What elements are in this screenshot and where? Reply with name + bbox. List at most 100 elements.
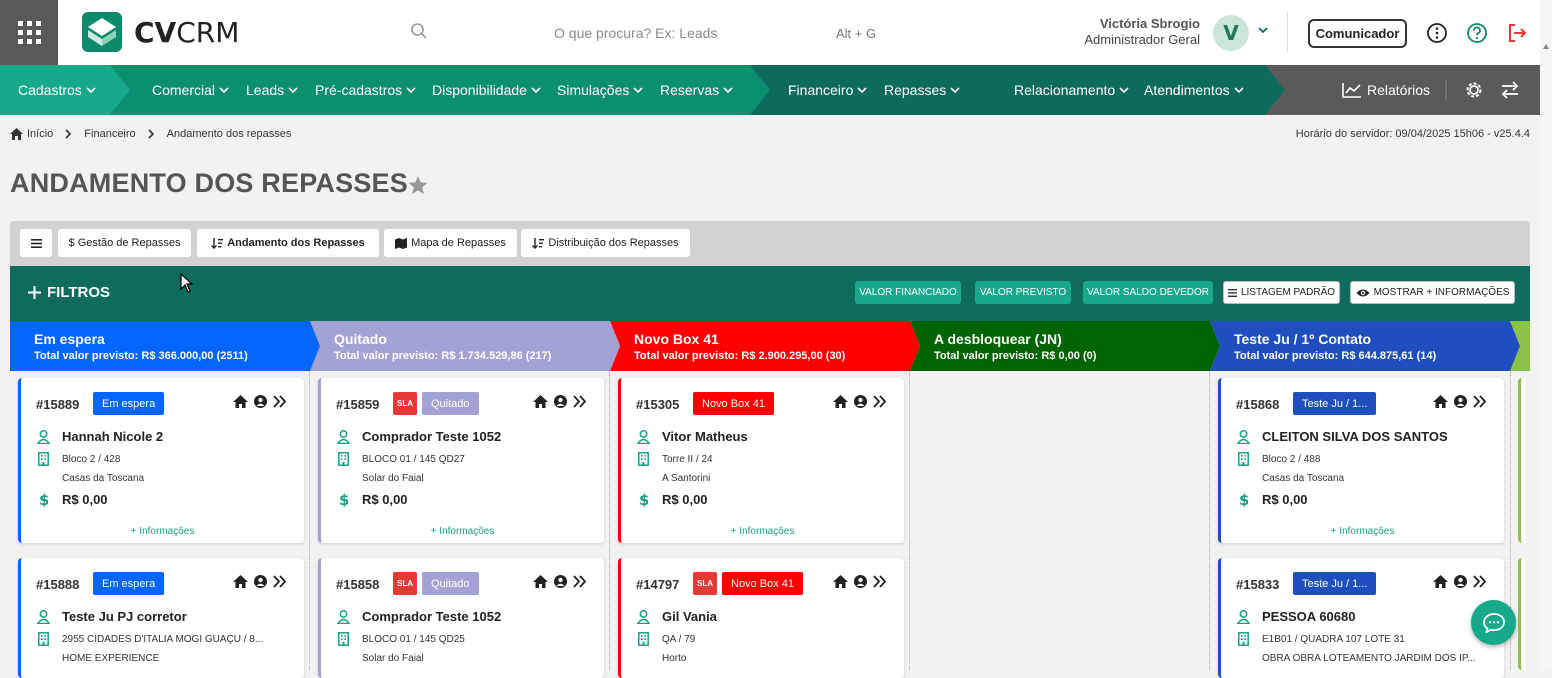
home-icon[interactable] <box>533 395 548 408</box>
double-chevron-right-icon[interactable] <box>1473 575 1486 588</box>
card-buyer: Teste Ju PJ corretor <box>36 609 187 624</box>
building-icon <box>337 452 349 466</box>
card-id: #15305 <box>636 397 680 412</box>
valor-previsto-button[interactable]: VALOR PREVISTO <box>975 281 1071 304</box>
nav-simulacoes[interactable]: Simulações <box>557 65 643 115</box>
chat-button[interactable] <box>1471 600 1516 645</box>
nav-repasses[interactable]: Repasses <box>884 65 960 115</box>
more-info-link[interactable]: + Informações <box>21 526 304 537</box>
valor-financiado-button[interactable]: VALOR FINANCIADO <box>855 281 961 304</box>
user-circle-icon[interactable] <box>554 395 567 408</box>
double-chevron-right-icon[interactable] <box>873 575 886 588</box>
home-icon[interactable] <box>233 575 248 588</box>
avatar[interactable]: V <box>1213 15 1249 51</box>
double-chevron-right-icon[interactable] <box>573 575 586 588</box>
tab-mapa-repasses[interactable]: Mapa de Repasses <box>384 229 517 257</box>
nav-financeiro[interactable]: Financeiro <box>788 65 867 115</box>
home-icon[interactable] <box>233 395 248 408</box>
cvcrm-logo[interactable]: CVCRM <box>82 12 239 52</box>
repasse-card[interactable]: #15868 Teste Ju / 1... CLEITON SILVA DOS… <box>1218 378 1504 543</box>
double-chevron-right-icon[interactable] <box>573 395 586 408</box>
card-buyer: PESSOA 60680 <box>1236 609 1355 624</box>
repasse-card[interactable]: #15859 SLA Quitado Comprador Teste 1052 … <box>318 378 604 543</box>
repasse-card[interactable]: #14797 SLA Novo Box 41 Gil Vania QA / 79… <box>618 558 904 678</box>
chevron-right-icon <box>148 129 154 139</box>
more-info-link[interactable]: + Informações <box>321 526 604 537</box>
user-name: Victória Sbrogio <box>1099 16 1200 31</box>
breadcrumb-current: Andamento dos repasses <box>166 128 292 140</box>
nav-relacionamento[interactable]: Relacionamento <box>1014 65 1129 115</box>
column-header-teste-ju[interactable]: Teste Ju / 1º Contato Total valor previs… <box>1210 321 1510 371</box>
repasse-card[interactable]: #15888 Em espera Teste Ju PJ corretor 29… <box>18 558 304 678</box>
more-info-icon[interactable] <box>1426 22 1448 44</box>
valor-saldo-devedor-button[interactable]: VALOR SALDO DEVEDOR <box>1083 281 1213 304</box>
nav-comercial[interactable]: Comercial <box>152 65 229 115</box>
user-circle-icon[interactable] <box>254 395 267 408</box>
card-unit: 2955 CIDADES D'ITALIA MOGI GUAÇU / 8... <box>36 632 263 646</box>
apps-menu-button[interactable] <box>0 0 58 65</box>
column-header-quitado[interactable]: Quitado Total valor previsto: R$ 1.734.5… <box>310 321 610 371</box>
search-icon[interactable] <box>410 22 428 40</box>
repasse-card[interactable]: #15889 Em espera Hannah Nicole 2 Bloco 2… <box>18 378 304 543</box>
column-header-em-espera[interactable]: Em espera Total valor previsto: R$ 366.0… <box>10 321 310 371</box>
more-info-link[interactable]: + Informações <box>621 526 904 537</box>
user-circle-icon[interactable] <box>854 395 867 408</box>
card-buyer: CLEITON SILVA DOS SANTOS <box>1236 429 1448 444</box>
home-icon[interactable] <box>833 395 848 408</box>
double-chevron-right-icon[interactable] <box>273 395 286 408</box>
home-icon[interactable] <box>1433 575 1448 588</box>
breadcrumb-financeiro[interactable]: Financeiro <box>84 128 135 140</box>
user-circle-icon[interactable] <box>254 575 267 588</box>
card-id: #15889 <box>36 397 80 412</box>
tab-andamento-repasses[interactable]: Andamento dos Repasses <box>197 229 379 257</box>
help-icon[interactable] <box>1466 22 1488 44</box>
column-header-a-desbloquear[interactable]: A desbloquear (JN) Total valor previsto:… <box>910 321 1210 371</box>
home-icon[interactable] <box>533 575 548 588</box>
user-icon <box>636 609 650 624</box>
tab-gestao-repasses[interactable]: $ Gestão de Repasses <box>58 229 191 257</box>
logo-mark-icon <box>82 12 122 52</box>
listagem-padrao-button[interactable]: LISTAGEM PADRÃO <box>1223 281 1340 304</box>
nav-pre-cadastros[interactable]: Pré-cadastros <box>315 65 416 115</box>
comunicador-button[interactable]: Comunicador <box>1308 19 1407 48</box>
double-chevron-right-icon[interactable] <box>1473 395 1486 408</box>
chevron-down-icon[interactable] <box>1257 25 1269 35</box>
home-icon[interactable] <box>10 128 23 140</box>
mostrar-informacoes-button[interactable]: MOSTRAR + INFORMAÇÕES <box>1350 281 1515 304</box>
star-icon[interactable] <box>408 176 428 195</box>
breadcrumb-home[interactable]: Início <box>27 128 53 140</box>
repasse-card[interactable]: #15833 Teste Ju / 1... PESSOA 60680 E1B0… <box>1218 558 1504 678</box>
logout-icon[interactable] <box>1506 22 1528 44</box>
nav-cadastros[interactable]: Cadastros <box>18 65 96 115</box>
menu-toggle-button[interactable] <box>20 229 52 257</box>
double-chevron-right-icon[interactable] <box>873 395 886 408</box>
home-icon[interactable] <box>833 575 848 588</box>
nav-reservas[interactable]: Reservas <box>660 65 733 115</box>
swap-icon[interactable] <box>1500 80 1520 100</box>
user-circle-icon[interactable] <box>554 575 567 588</box>
double-chevron-right-icon[interactable] <box>273 575 286 588</box>
page-scrollbar[interactable] <box>1540 0 1552 670</box>
filters-toggle[interactable]: FILTROS <box>28 284 110 301</box>
sla-badge: SLA <box>693 572 717 595</box>
home-icon[interactable] <box>1433 395 1448 408</box>
card-buyer: Vitor Matheus <box>636 429 748 444</box>
repasse-card[interactable]: #15305 Novo Box 41 Vitor Matheus Torre I… <box>618 378 904 543</box>
search-input[interactable] <box>540 20 800 46</box>
more-info-link[interactable]: + Informações <box>1221 526 1504 537</box>
column-subtitle: Total valor previsto: R$ 0,00 (0) <box>934 350 1097 362</box>
user-info[interactable]: Victória Sbrogio Administrador Geral <box>1084 16 1200 48</box>
tab-distribuicao-repasses[interactable]: Distribuição dos Repasses <box>521 229 690 257</box>
nav-leads[interactable]: Leads <box>246 65 298 115</box>
user-circle-icon[interactable] <box>1454 395 1467 408</box>
user-circle-icon[interactable] <box>1454 575 1467 588</box>
nav-atendimentos[interactable]: Atendimentos <box>1144 65 1244 115</box>
card-buyer: Comprador Teste 1052 <box>336 609 501 624</box>
nav-disponibilidade[interactable]: Disponibilidade <box>432 65 541 115</box>
card-unit: Torre II / 24 <box>636 452 713 466</box>
column-header-novo-box-41[interactable]: Novo Box 41 Total valor previsto: R$ 2.9… <box>610 321 910 371</box>
gear-icon[interactable] <box>1464 80 1484 100</box>
user-circle-icon[interactable] <box>854 575 867 588</box>
nav-relatorios[interactable]: Relatórios <box>1342 65 1430 115</box>
repasse-card[interactable]: #15858 SLA Quitado Comprador Teste 1052 … <box>318 558 604 678</box>
